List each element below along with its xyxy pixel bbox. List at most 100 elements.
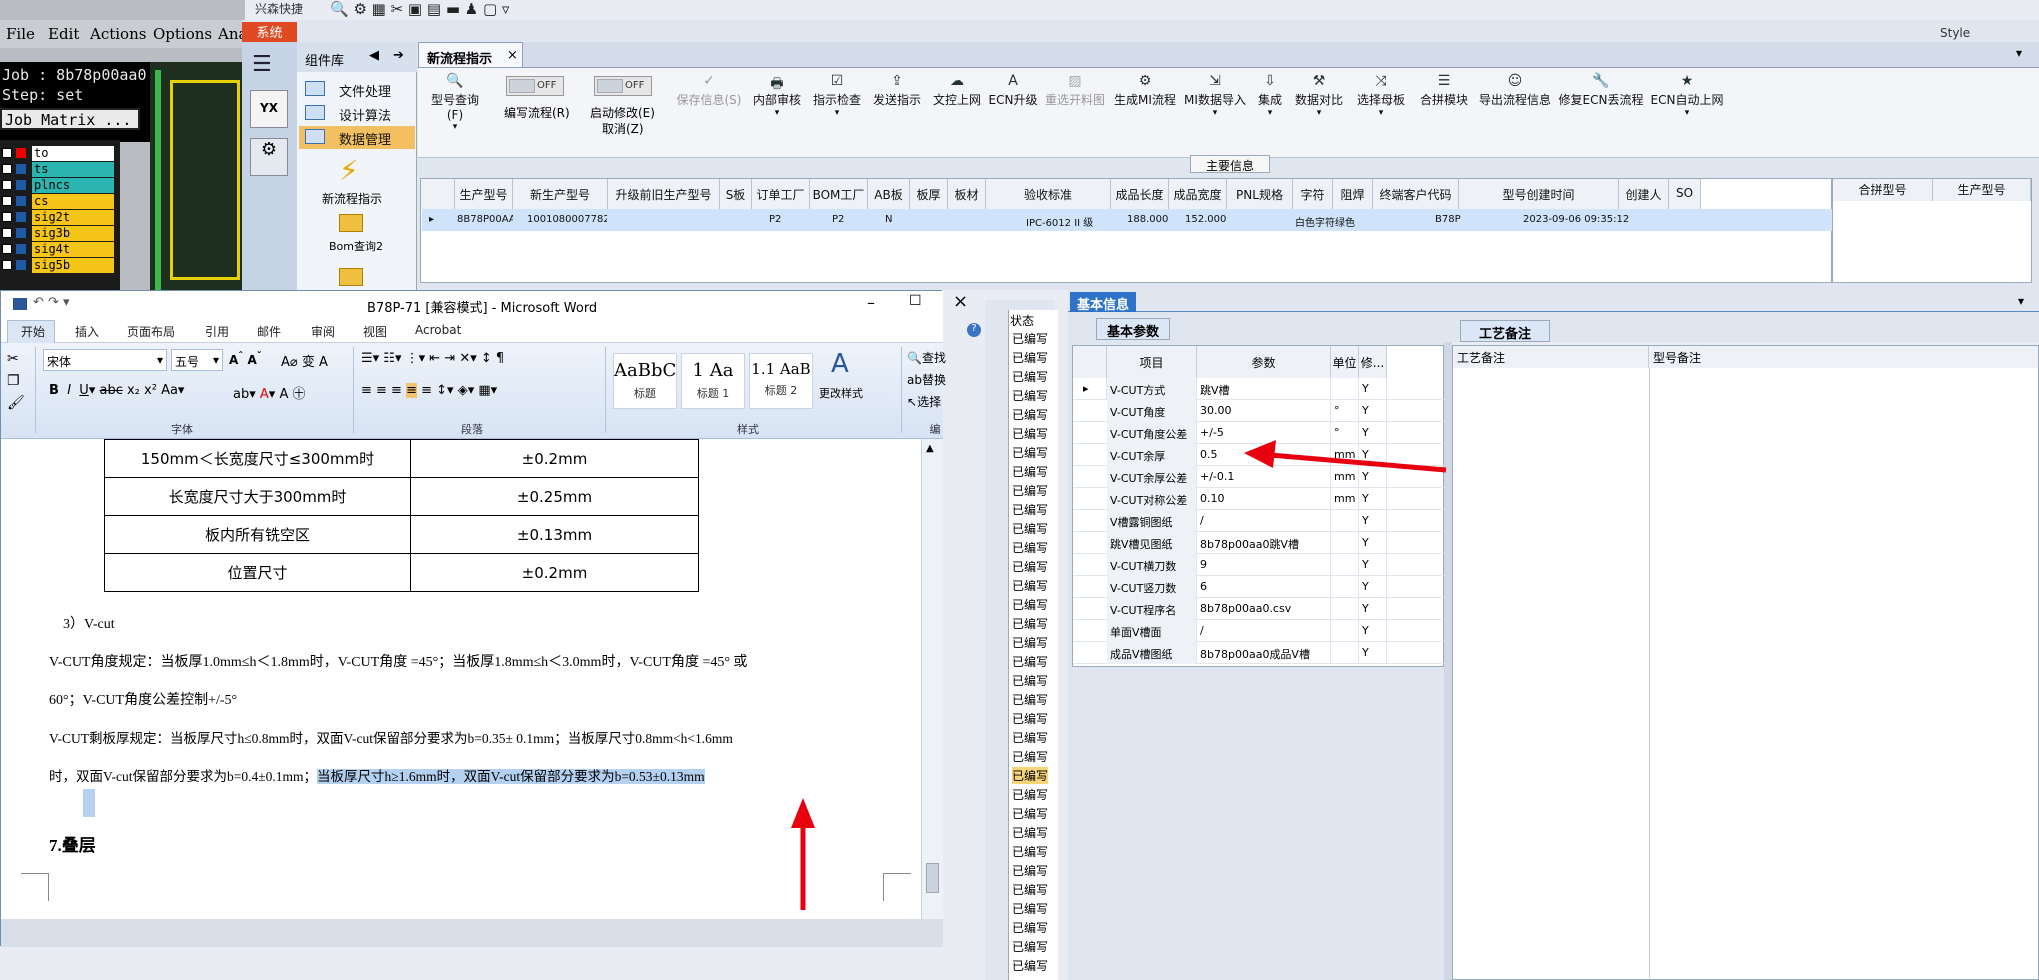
job-matrix-button[interactable]: Job Matrix ... xyxy=(0,108,140,130)
table-cell[interactable]: ±0.2mm xyxy=(410,553,699,592)
col-header[interactable]: 新生产型号 xyxy=(513,179,608,209)
param-cell[interactable]: Y xyxy=(1359,620,1387,642)
find-button[interactable]: 🔍查找 xyxy=(907,349,946,366)
close-icon[interactable]: × xyxy=(953,291,968,312)
table-cell[interactable]: 188.000 xyxy=(1127,209,1171,231)
param-cell[interactable] xyxy=(1331,378,1359,400)
copy-icon[interactable]: ❐ xyxy=(7,373,20,389)
save-icon[interactable] xyxy=(13,298,27,310)
change-styles-icon[interactable]: A xyxy=(831,349,849,379)
param-cell[interactable]: Y xyxy=(1359,400,1387,422)
generate-mi-button[interactable]: ⚙ 生成MI流程 xyxy=(1112,68,1178,158)
section-heading[interactable]: 3）V-cut xyxy=(63,613,115,633)
table-cell[interactable]: P2 xyxy=(769,209,799,231)
pin-icon[interactable]: ➔ xyxy=(393,48,404,63)
tab-acrobat[interactable]: Acrobat xyxy=(415,323,461,337)
col-header[interactable]: 字符 xyxy=(1293,179,1333,209)
status-cell[interactable]: 已编写 xyxy=(1012,957,1048,974)
tab-process-notes[interactable]: 工艺备注 xyxy=(1460,320,1550,342)
status-cell[interactable]: 已编写 xyxy=(1012,672,1048,689)
status-cell[interactable]: 已编写 xyxy=(1012,596,1048,613)
data-compare-button[interactable]: ⚒ 数据对比 ▾ xyxy=(1292,68,1346,158)
param-cell[interactable]: V-CUT余厚 xyxy=(1107,444,1197,466)
status-cell[interactable]: 已编写 xyxy=(1012,330,1048,347)
param-cell[interactable]: 6 xyxy=(1197,576,1331,598)
reselect-cut-button[interactable]: ▨ 重选开料图 xyxy=(1042,68,1108,158)
status-cell[interactable]: 已编写 xyxy=(1012,805,1048,822)
layer-checkbox[interactable] xyxy=(2,244,12,254)
param-cell[interactable]: Y xyxy=(1359,532,1387,554)
undo-icon[interactable]: ↶ ↷ ▾ xyxy=(33,295,70,310)
start-modify-toggle[interactable]: OFF xyxy=(594,76,652,96)
param-cell[interactable] xyxy=(1331,642,1359,664)
param-cell[interactable]: V-CUT角度 xyxy=(1107,400,1197,422)
col-header[interactable]: 阻焊 xyxy=(1333,179,1373,209)
change-styles-button[interactable]: 更改样式 xyxy=(819,385,863,401)
layer-checkbox[interactable] xyxy=(2,196,12,206)
lightning-icon[interactable]: ⚡ xyxy=(339,154,359,187)
menu-icon[interactable]: ☰ xyxy=(252,52,282,77)
arrow-left-icon[interactable]: ◀ xyxy=(369,48,379,63)
status-cell[interactable]: 已编写 xyxy=(1012,520,1048,537)
param-cell[interactable]: Y xyxy=(1359,488,1387,510)
status-cell[interactable]: 已编写 xyxy=(1012,463,1048,480)
status-cell[interactable]: 已编写 xyxy=(1012,482,1048,499)
vertical-scrollbar[interactable]: ▲ xyxy=(921,439,943,919)
param-row[interactable]: V槽露铜图纸 / Y xyxy=(1073,510,1445,532)
ecn-upgrade-button[interactable]: A ECN升级 xyxy=(988,68,1038,158)
write-flow-toggle[interactable]: OFF xyxy=(506,76,564,96)
param-row[interactable]: V-CUT角度公差 +/-5 ° Y xyxy=(1073,422,1445,444)
layer-row[interactable]: sig2t xyxy=(0,210,118,225)
col-header[interactable]: 生产型号 xyxy=(1933,179,2031,201)
param-cell[interactable]: Y xyxy=(1359,554,1387,576)
param-cell[interactable]: 8b78p00aa0跳V槽 xyxy=(1197,532,1331,554)
param-cell[interactable]: Y xyxy=(1359,642,1387,664)
mi-import-button[interactable]: ⇲ MI数据导入 ▾ xyxy=(1182,68,1248,158)
col-header[interactable]: 验收标准 xyxy=(986,179,1111,209)
align-icons[interactable]: ≡ ≡ ≡ ≡ ≡ ↕▾ ◈▾ ▦▾ xyxy=(361,383,497,398)
status-cell[interactable]: 已编写 xyxy=(1012,615,1048,632)
layer-checkbox[interactable] xyxy=(2,180,12,190)
param-cell[interactable]: 8b78p00aa0成品V槽 xyxy=(1197,642,1331,664)
table-cell[interactable]: 板内所有铣空区 xyxy=(104,515,411,554)
status-cell[interactable]: 已编写 xyxy=(1012,900,1048,917)
style-heading2[interactable]: 1.1 AaB 标题 2 xyxy=(749,353,813,409)
table-cell[interactable]: 10010800077823 xyxy=(527,209,607,231)
param-cell[interactable]: 0.5 xyxy=(1197,444,1331,466)
param-row[interactable]: ▸ V-CUT方式 跳V槽 Y xyxy=(1073,378,1445,400)
fix-ecn-button[interactable]: 🔧 修复ECN丢流程 xyxy=(1558,68,1644,158)
col-header[interactable]: SO xyxy=(1669,179,1701,209)
status-cell[interactable]: 已编写 xyxy=(1012,558,1048,575)
status-cell[interactable]: 已编写 xyxy=(1012,824,1048,841)
cut-icon[interactable]: ✂ xyxy=(7,351,19,367)
replace-button[interactable]: ab替换 xyxy=(907,371,946,388)
maximize-icon[interactable]: ☐ xyxy=(909,293,922,309)
ecn-auto-button[interactable]: ★ ECN自动上网 ▾ xyxy=(1648,68,1726,158)
layer-row[interactable]: sig4t xyxy=(0,242,118,257)
status-cell[interactable]: 已编写 xyxy=(1012,786,1048,803)
tab-references[interactable]: 引用 xyxy=(205,323,229,340)
status-cell[interactable]: 已编写 xyxy=(1012,387,1048,404)
table-cell[interactable]: N xyxy=(885,209,905,231)
col-header[interactable]: S板 xyxy=(720,179,752,209)
folder-icon[interactable] xyxy=(339,268,363,286)
shortcut-new-flow[interactable]: 新流程指示 xyxy=(322,190,382,207)
internal-review-button[interactable]: 🖶 内部审核 ▾ xyxy=(750,68,804,158)
layer-row[interactable]: sig3b xyxy=(0,226,118,241)
param-cell[interactable]: Y xyxy=(1359,576,1387,598)
status-cell[interactable]: 已编写 xyxy=(1012,634,1048,651)
table-cell[interactable]: 150mm＜长宽度尺寸≤300mm时 xyxy=(104,439,411,478)
table-cell[interactable]: 绿色 xyxy=(1335,209,1371,231)
format-painter-icon[interactable]: 🖌 xyxy=(7,395,25,411)
save-info-button[interactable]: ✓ 保存信息(S) xyxy=(674,68,744,158)
col-header[interactable]: AB板 xyxy=(868,179,910,209)
param-cell[interactable] xyxy=(1331,554,1359,576)
select-mother-button[interactable]: ⤨ 选择母板 ▾ xyxy=(1350,68,1412,158)
col-header[interactable]: BOM工厂 xyxy=(810,179,868,209)
col-header[interactable]: 型号创建时间 xyxy=(1459,179,1619,209)
tab-review[interactable]: 审阅 xyxy=(311,323,335,340)
chevron-down-icon[interactable]: ▾ xyxy=(2018,294,2024,308)
status-cell[interactable]: 已编写 xyxy=(1012,539,1048,556)
param-cell[interactable]: ° xyxy=(1331,400,1359,422)
highlight-color-icon[interactable]: ab▾ A▾ A ㊉ xyxy=(233,383,305,402)
